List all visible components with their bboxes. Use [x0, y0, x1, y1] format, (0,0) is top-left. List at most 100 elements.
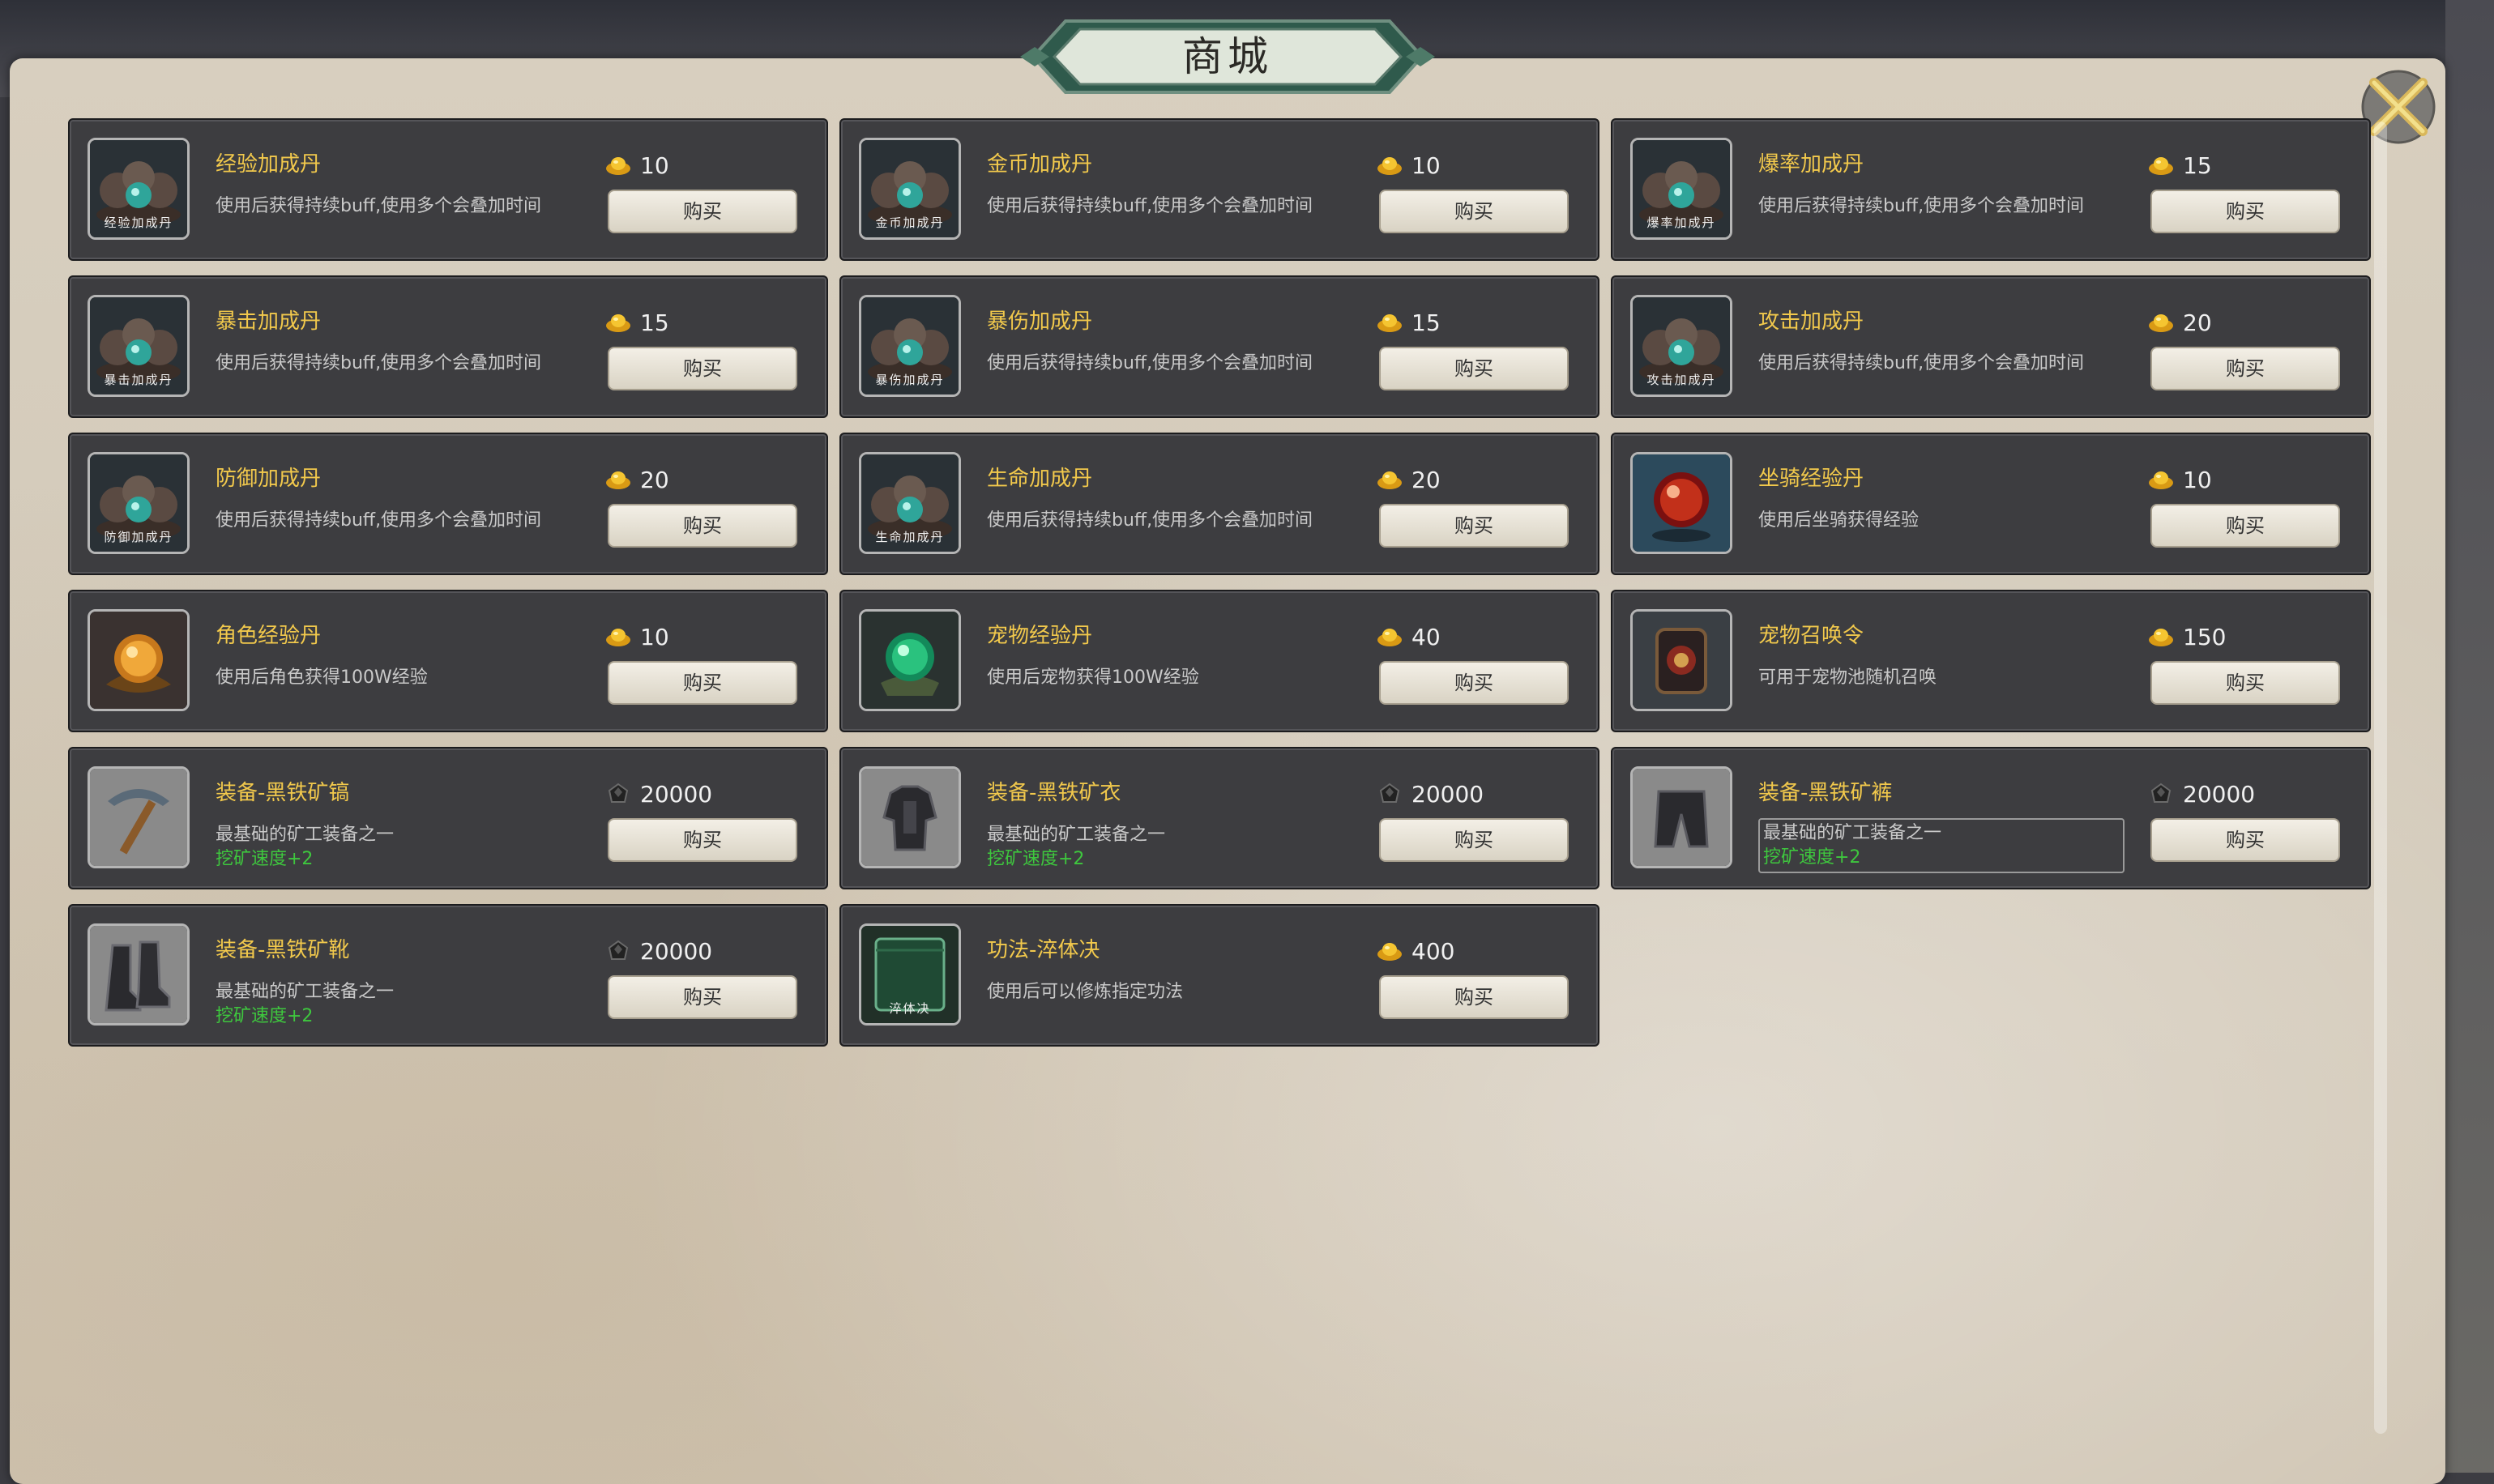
buy-button[interactable]: 购买: [608, 818, 797, 862]
item-thumbnail[interactable]: 经验加成丹: [88, 138, 190, 240]
item-desc-text: 使用后宠物获得100W经验: [987, 667, 1199, 688]
item-name: 装备-黑铁矿镐: [216, 781, 350, 805]
price-value: 20000: [2183, 780, 2256, 808]
item-name: 爆率加成丹: [1758, 152, 1864, 177]
shop-item-card: 生命加成丹 生命加成丹 使用后获得持续buff,使用多个会叠加时间 20 购买: [839, 433, 1599, 575]
buy-button[interactable]: 购买: [608, 504, 797, 548]
item-thumbnail[interactable]: 金币加成丹: [859, 138, 961, 240]
price-value: 10: [640, 623, 669, 650]
buy-button[interactable]: 购买: [2150, 818, 2340, 862]
shop-item-card: 暴伤加成丹 暴伤加成丹 使用后获得持续buff,使用多个会叠加时间 15 购买: [839, 275, 1599, 418]
black-ore-icon: [2150, 783, 2172, 803]
buy-button[interactable]: 购买: [1379, 190, 1569, 233]
item-description: 可用于宠物池随机召唤: [1758, 666, 2115, 690]
item-description: 最基础的矿工装备之一 挖矿速度+2: [216, 823, 572, 872]
thumb-label: 生命加成丹: [875, 530, 945, 544]
item-desc-text: 使用后获得持续buff,使用多个会叠加时间: [1758, 196, 2085, 216]
item-thumbnail[interactable]: 暴击加成丹: [88, 295, 190, 397]
item-price: 20: [1376, 463, 1441, 496]
jade-orb-icon: [861, 612, 959, 709]
gold-ingot-icon: [606, 471, 630, 489]
item-price: 10: [604, 149, 669, 181]
gold-ingot-icon: [2149, 314, 2173, 332]
item-name: 生命加成丹: [987, 467, 1093, 491]
item-name: 宠物经验丹: [987, 624, 1093, 648]
item-desc-text: 使用后可以修炼指定功法: [987, 982, 1184, 1002]
item-desc-text: 使用后获得持续buff,使用多个会叠加时间: [1758, 353, 2085, 373]
price-value: 400: [1411, 937, 1455, 965]
shop-item-card: 装备-黑铁矿靴 最基础的矿工装备之一 挖矿速度+2 20000 购买: [68, 904, 828, 1047]
item-thumbnail[interactable]: [1630, 609, 1732, 711]
buy-button[interactable]: 购买: [2150, 661, 2340, 705]
scrollbar[interactable]: [2374, 122, 2387, 1434]
right-backdrop: [2445, 0, 2494, 1473]
gold-ingot-icon: [606, 157, 630, 175]
item-thumbnail[interactable]: [88, 923, 190, 1026]
shop-item-card: 装备-黑铁矿镐最基础的矿工装备之一 挖矿速度+2 20000 购买: [68, 747, 828, 889]
buy-button[interactable]: 购买: [1379, 975, 1569, 1019]
shop-item-card: 装备-黑铁矿衣 最基础的矿工装备之一 挖矿速度+2 20000 购买: [839, 747, 1599, 889]
item-price: 10: [2147, 463, 2212, 496]
item-thumbnail[interactable]: [859, 766, 961, 868]
price-value: 150: [2183, 623, 2227, 650]
item-description: 使用后获得持续buff,使用多个会叠加时间: [987, 194, 1343, 219]
item-bonus: 挖矿速度+2: [1763, 847, 1861, 868]
armor-icon: [861, 769, 959, 866]
item-price: 15: [2147, 149, 2212, 181]
buy-button[interactable]: 购买: [2150, 504, 2340, 548]
item-desc-text: 可用于宠物池随机召唤: [1758, 667, 1937, 688]
item-thumbnail[interactable]: 爆率加成丹: [1630, 138, 1732, 240]
item-thumbnail[interactable]: [859, 609, 961, 711]
shop-item-card: 宠物经验丹 使用后宠物获得100W经验 40 购买: [839, 590, 1599, 732]
item-name: 经验加成丹: [216, 152, 322, 177]
black-ore-icon: [608, 940, 629, 960]
price-value: 20: [2183, 309, 2212, 336]
item-thumbnail[interactable]: 暴伤加成丹: [859, 295, 961, 397]
gold-ingot-icon: [606, 314, 630, 332]
item-desc-text: 使用后角色获得100W经验: [216, 667, 428, 688]
item-thumbnail[interactable]: 生命加成丹: [859, 452, 961, 554]
thumb-label: 暴伤加成丹: [875, 373, 945, 387]
shop-item-card: 攻击加成丹 攻击加成丹使用后获得持续buff,使用多个会叠加时间 20 购买: [1611, 275, 2371, 418]
price-value: 15: [640, 309, 669, 336]
shop-item-card: 坐骑经验丹 使用后坐骑获得经验 10 购买: [1611, 433, 2371, 575]
gold-ingot-icon: [1377, 943, 1402, 961]
item-thumbnail[interactable]: 攻击加成丹: [1630, 295, 1732, 397]
buy-button[interactable]: 购买: [1379, 661, 1569, 705]
buy-button[interactable]: 购买: [1379, 504, 1569, 548]
item-name: 装备-黑铁矿衣: [987, 781, 1121, 805]
item-thumbnail[interactable]: [1630, 766, 1732, 868]
buy-button[interactable]: 购买: [1379, 818, 1569, 862]
buy-button[interactable]: 购买: [1379, 347, 1569, 390]
thumb-label: 金币加成丹: [875, 215, 945, 230]
item-name: 装备-黑铁矿靴: [216, 938, 350, 962]
price-value: 15: [1411, 309, 1441, 336]
item-thumbnail[interactable]: [1630, 452, 1732, 554]
shop-item-card: 装备-黑铁矿裤 最基础的矿工装备之一 挖矿速度+2 20000 购买: [1611, 747, 2371, 889]
black-ore-icon: [1379, 783, 1400, 803]
item-thumbnail[interactable]: [88, 766, 190, 868]
item-thumbnail[interactable]: 淬体决: [859, 923, 961, 1026]
gold-ingot-icon: [1377, 314, 1402, 332]
item-name: 攻击加成丹: [1758, 309, 1864, 334]
item-description: 使用后宠物获得100W经验: [987, 666, 1343, 690]
price-value: 20: [640, 466, 669, 493]
thumb-label: 爆率加成丹: [1646, 215, 1716, 230]
item-description: 使用后获得持续buff,使用多个会叠加时间: [216, 509, 572, 533]
item-price: 20000: [604, 778, 712, 810]
item-name: 防御加成丹: [216, 467, 322, 491]
item-thumbnail[interactable]: [88, 609, 190, 711]
buy-button[interactable]: 购买: [608, 975, 797, 1019]
buy-button[interactable]: 购买: [2150, 347, 2340, 390]
buy-button[interactable]: 购买: [608, 661, 797, 705]
item-thumbnail[interactable]: 防御加成丹: [88, 452, 190, 554]
item-desc-text: 使用后坐骑获得经验: [1758, 510, 1920, 531]
buy-button[interactable]: 购买: [608, 347, 797, 390]
buy-button[interactable]: 购买: [2150, 190, 2340, 233]
buy-button[interactable]: 购买: [608, 190, 797, 233]
item-description: 使用后获得持续buff,使用多个会叠加时间: [987, 509, 1343, 533]
red-orb-icon: [1633, 454, 1730, 552]
item-price: 15: [604, 306, 669, 339]
item-price: 10: [604, 620, 669, 653]
item-desc-text: 使用后获得持续buff,使用多个会叠加时间: [987, 353, 1313, 373]
